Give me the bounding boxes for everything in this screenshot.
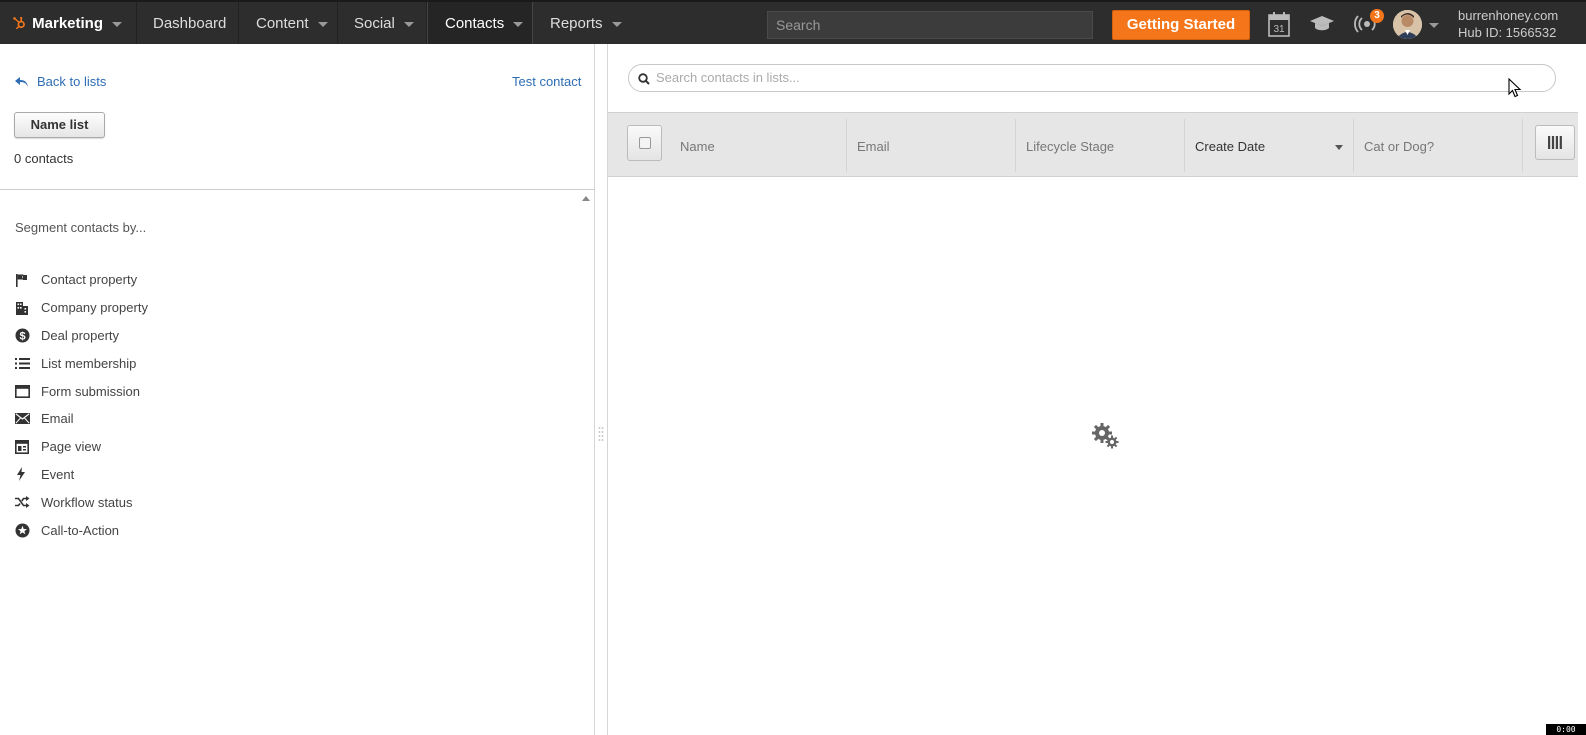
column-settings-button[interactable] <box>1535 125 1575 160</box>
drag-grip-icon[interactable] <box>598 426 604 442</box>
segment-label: Company property <box>41 300 148 316</box>
column-header-cat-or-dog[interactable]: Cat or Dog? <box>1354 119 1523 172</box>
form-icon <box>15 384 30 398</box>
segment-label: Page view <box>41 439 101 455</box>
page-layout-icon <box>15 439 29 454</box>
graduation-cap-icon[interactable] <box>1309 15 1335 33</box>
nav-social[interactable]: Social <box>338 2 427 44</box>
column-label: Lifecycle Stage <box>1026 139 1115 154</box>
nav-marketing-menu[interactable]: Marketing <box>0 2 137 44</box>
global-search-input[interactable]: Search <box>767 11 1093 39</box>
nav-dashboard-label: Dashboard <box>153 14 227 32</box>
name-list-button[interactable]: Name list <box>14 112 105 138</box>
list-builder-panel: Back to lists Test contact Name list 0 c… <box>0 44 595 735</box>
segment-label: Form submission <box>41 383 140 399</box>
nav-content-label: Content <box>256 14 309 32</box>
chevron-down-icon[interactable] <box>1429 23 1439 28</box>
account-domain: burrenhoney.com <box>1458 8 1559 23</box>
building-icon <box>16 301 28 315</box>
chevron-down-icon <box>403 21 414 27</box>
svg-text:$: $ <box>19 330 25 342</box>
top-navigation-bar: Marketing Dashboard Content Social Conta… <box>0 0 1586 44</box>
nav-content[interactable]: Content <box>239 2 338 44</box>
column-header-create-date[interactable]: Create Date <box>1185 119 1354 172</box>
hubspot-logo-icon <box>13 16 25 30</box>
envelope-icon <box>15 413 30 425</box>
segment-event[interactable]: Event <box>15 461 148 489</box>
segment-options-list: Contact property Company property $ Deal… <box>15 266 148 544</box>
segment-workflow-status[interactable]: Workflow status <box>15 488 148 516</box>
calendar-day: 31 <box>1273 24 1285 35</box>
nav-reports[interactable]: Reports <box>533 2 637 44</box>
nav-social-label: Social <box>354 14 395 32</box>
nav-contacts-label: Contacts <box>445 14 505 32</box>
segment-label: Workflow status <box>41 494 133 510</box>
search-icon <box>638 73 650 85</box>
sort-descending-icon <box>1335 145 1343 150</box>
flag-icon <box>16 273 27 287</box>
segment-call-to-action[interactable]: Call-to-Action <box>15 516 148 544</box>
notification-count-badge: 3 <box>1370 9 1384 23</box>
account-info[interactable]: burrenhoney.com Hub ID: 1566532 <box>1458 7 1558 41</box>
user-avatar[interactable] <box>1393 10 1422 39</box>
hub-id: Hub ID: 1566532 <box>1458 25 1557 40</box>
mouse-pointer-icon <box>1508 78 1522 98</box>
column-label: Name <box>680 139 715 154</box>
segment-company-property[interactable]: Company property <box>15 294 148 322</box>
column-header-lifecycle-stage[interactable]: Lifecycle Stage <box>1016 119 1185 172</box>
chevron-down-icon <box>112 21 122 27</box>
segment-deal-property[interactable]: $ Deal property <box>15 322 148 350</box>
nav-reports-label: Reports <box>550 14 603 32</box>
test-contact-link[interactable]: Test contact <box>512 74 581 89</box>
segment-list-membership[interactable]: List membership <box>15 349 148 377</box>
star-badge-icon <box>15 523 30 538</box>
contact-count: 0 contacts <box>14 151 74 166</box>
segment-label: Event <box>41 466 75 482</box>
segment-label: Email <box>41 411 74 427</box>
search-contacts-input[interactable]: Search contacts in lists... <box>628 64 1556 92</box>
panel-splitter[interactable] <box>596 44 608 735</box>
recording-timer: 0:00 <box>1546 724 1586 735</box>
column-label: Cat or Dog? <box>1364 139 1435 154</box>
nav-brand-label: Marketing <box>32 14 103 32</box>
segment-label: Deal property <box>41 327 120 343</box>
column-header-email[interactable]: Email <box>847 119 1016 172</box>
segment-contact-property[interactable]: Contact property <box>15 266 148 294</box>
contacts-table-header: Name Email Lifecycle Stage Create Date C… <box>608 112 1578 177</box>
list-icon <box>15 357 30 369</box>
contacts-results-panel: Search contacts in lists... Name Email L… <box>608 44 1578 735</box>
segment-page-view[interactable]: Page view <box>15 433 148 461</box>
select-all-checkbox[interactable] <box>627 125 662 161</box>
calendar-icon[interactable]: 31 <box>1268 11 1290 37</box>
segment-email[interactable]: Email <box>15 405 148 433</box>
back-to-lists-link[interactable]: Back to lists <box>14 74 106 89</box>
person-avatar-icon <box>1393 10 1422 39</box>
column-label: Create Date <box>1195 139 1266 154</box>
scroll-up-arrow-icon[interactable] <box>582 196 590 201</box>
back-to-lists-label: Back to lists <box>37 74 107 89</box>
checkbox-square <box>639 137 651 149</box>
segment-label: Contact property <box>41 272 138 288</box>
shuffle-icon <box>15 496 30 509</box>
global-search-placeholder: Search <box>776 17 821 33</box>
lightning-icon <box>17 467 25 482</box>
segment-label: Call-to-Action <box>41 522 120 538</box>
segment-title: Segment contacts by... <box>15 220 147 235</box>
getting-started-button[interactable]: Getting Started <box>1112 10 1250 40</box>
chevron-down-icon <box>317 21 328 27</box>
nav-contacts[interactable]: Contacts <box>427 2 533 44</box>
back-arrow-icon <box>15 76 28 87</box>
column-label: Email <box>857 139 890 154</box>
segment-label: List membership <box>41 355 137 371</box>
chevron-down-icon <box>611 21 622 27</box>
dollar-coin-icon: $ <box>15 328 30 343</box>
nav-dashboard[interactable]: Dashboard <box>137 2 239 44</box>
segment-form-submission[interactable]: Form submission <box>15 377 148 405</box>
columns-icon <box>1548 136 1562 149</box>
chevron-down-icon <box>513 21 524 27</box>
loading-gears-icon <box>1092 423 1119 449</box>
search-contacts-placeholder: Search contacts in lists... <box>656 70 800 85</box>
divider <box>0 189 595 190</box>
column-header-name[interactable]: Name <box>670 119 847 172</box>
